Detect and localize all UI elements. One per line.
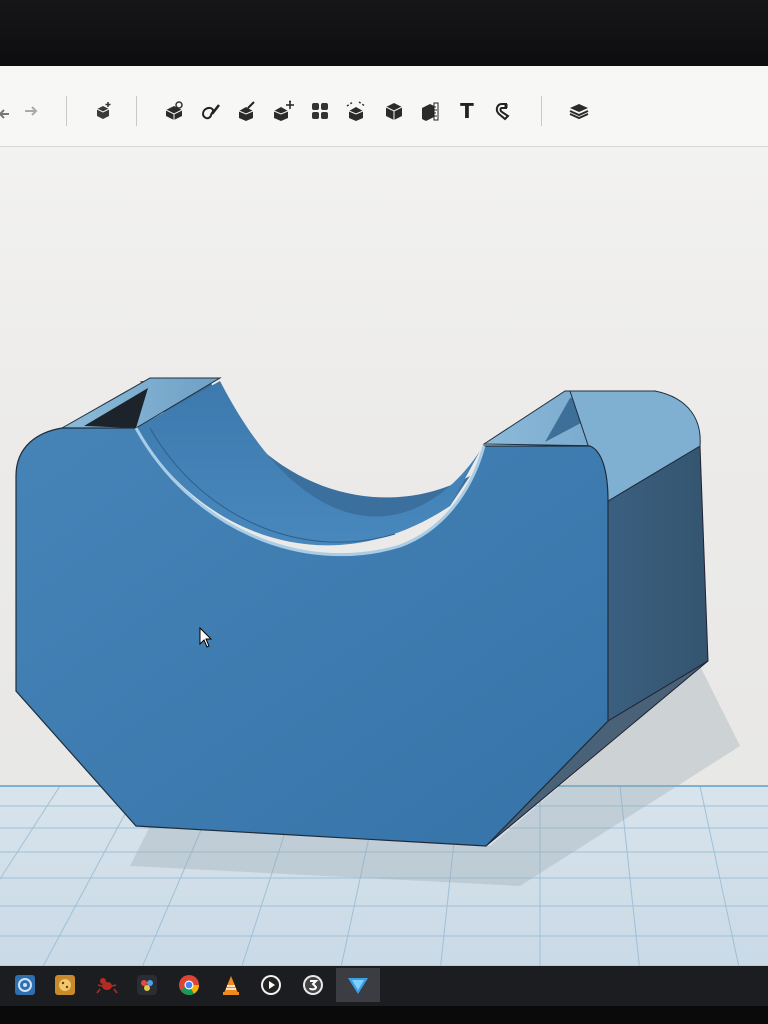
ruler-icon[interactable] (417, 98, 443, 124)
toolbar: T (0, 66, 768, 147)
redo-icon[interactable] (18, 98, 44, 124)
monitor-bezel-top (0, 0, 768, 70)
move-icon[interactable] (270, 98, 296, 124)
media-player-icon[interactable] (258, 972, 284, 998)
monitor-bezel-bottom (0, 1006, 768, 1024)
toolbar-divider (541, 96, 542, 126)
app-settings-icon[interactable] (12, 972, 38, 998)
app-ant-icon[interactable] (94, 972, 120, 998)
text-tool-label: T (460, 99, 474, 123)
chrome-icon[interactable] (176, 972, 202, 998)
vlc-icon[interactable] (218, 972, 244, 998)
text-icon[interactable]: T (454, 98, 480, 124)
workplane-icon[interactable] (161, 98, 187, 124)
measure-icon[interactable] (234, 98, 260, 124)
paint-icon[interactable] (197, 98, 223, 124)
magnet-icon[interactable] (491, 98, 517, 124)
group-icon[interactable] (307, 98, 333, 124)
application-window: T (0, 66, 768, 972)
solid-icon[interactable] (381, 98, 407, 124)
add-shape-icon[interactable] (90, 98, 116, 124)
undo-icon[interactable] (0, 98, 18, 124)
slicer-icon[interactable] (336, 968, 380, 1002)
app-3-icon[interactable] (300, 972, 326, 998)
align-icon[interactable] (343, 98, 369, 124)
toolbar-divider (136, 96, 137, 126)
app-davinci-icon[interactable] (134, 972, 160, 998)
3d-viewport[interactable] (0, 146, 768, 972)
layers-icon[interactable] (566, 98, 592, 124)
taskbar (0, 966, 768, 1006)
toolbar-divider (66, 96, 67, 126)
app-cookie-icon[interactable] (52, 972, 78, 998)
